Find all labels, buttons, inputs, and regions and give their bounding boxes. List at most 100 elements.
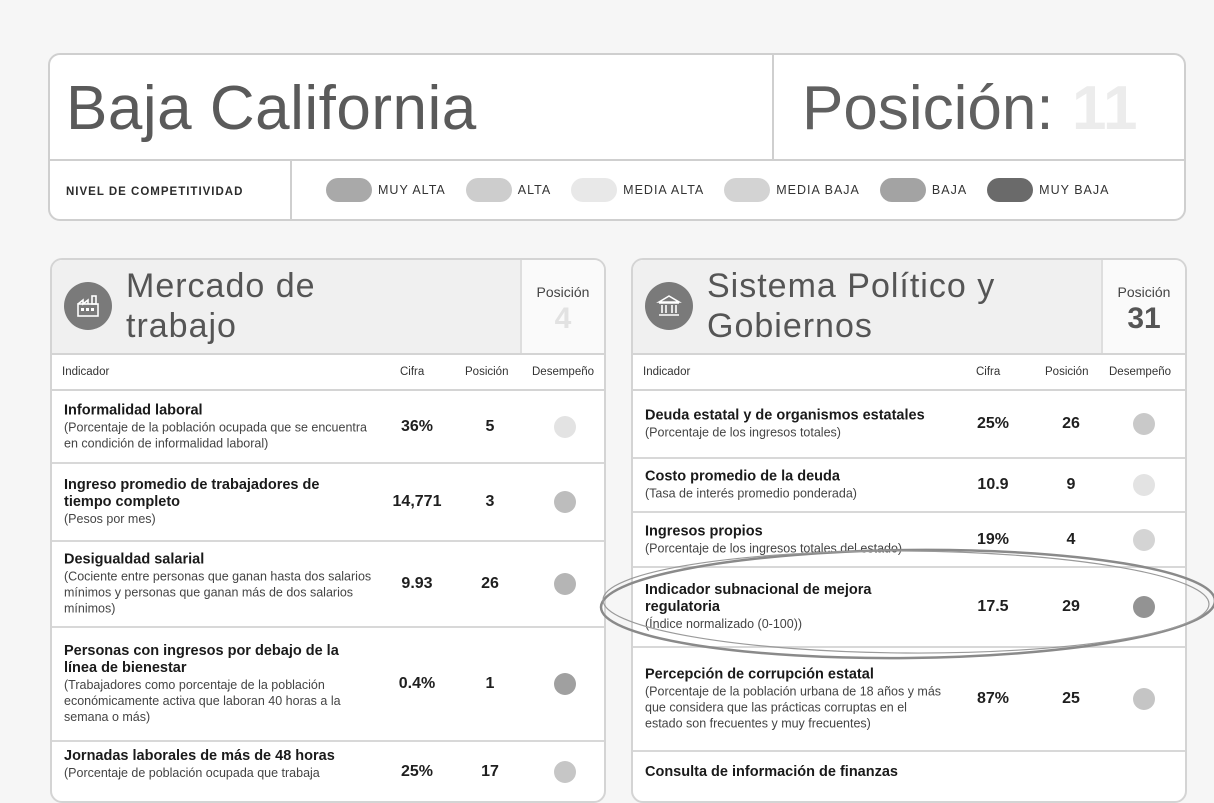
indicator-cell: Ingreso promedio de trabajadores de tiem… (64, 477, 364, 527)
panel-header: Mercado de trabajo Posición 4 (52, 260, 604, 353)
performance-dot (1133, 688, 1155, 710)
cifra-value: 9.93 (401, 575, 433, 592)
col-desempeno: Desempeño (532, 366, 595, 378)
indicator-cell: Percepción de corrupción estatal (Porcen… (645, 667, 945, 732)
indicator-name: Deuda estatal y de organismos estatales (645, 407, 925, 424)
panel-position-label: Posición (536, 284, 590, 300)
panel-position-box: Posición 31 (1101, 260, 1185, 353)
legend-label: ALTA (517, 183, 552, 197)
table-row: Desigualdad salarial (Cociente entre per… (52, 542, 604, 628)
indicator-description: (Porcentaje de población ocupada que tra… (64, 766, 320, 780)
indicator-description: (Tasa de interés promedio ponderada) (645, 486, 857, 501)
legend-swatch (879, 178, 926, 202)
performance-dot (1133, 474, 1155, 496)
indicator-description: (Cociente entre personas que ganan hasta… (64, 569, 372, 616)
table-row: Indicador subnacional de mejora regulato… (633, 568, 1185, 648)
position-label: Posición: (802, 74, 1054, 143)
col-posicion: Posición (1045, 366, 1089, 378)
col-desempeno: Desempeño (1109, 366, 1172, 378)
panel-header: Sistema Político y Gobiernos Posición 31 (633, 260, 1185, 353)
position-value: 17 (481, 763, 499, 780)
indicator-name: Personas con ingresos por debajo de la l… (64, 643, 339, 676)
cifra-value: 0.4% (398, 675, 436, 692)
legend-swatch (326, 178, 372, 202)
legend-title: NIVEL DE COMPETITIVIDAD (66, 186, 244, 198)
indicator-name: Indicador subnacional de mejora regulato… (645, 582, 872, 615)
col-posicion: Posición (465, 366, 509, 378)
indicator-description: (Porcentaje de los ingresos totales del … (645, 541, 903, 555)
cifra-value: 87% (976, 690, 1010, 707)
indicator-cell: Personas con ingresos por debajo de la l… (64, 643, 374, 725)
indicator-description: (Trabajadores como porcentaje de la pobl… (64, 678, 341, 724)
indicator-name: Consulta de información de finanzas (645, 764, 898, 780)
indicator-cell: Jornadas laborales de más de 48 horas (P… (64, 748, 374, 781)
performance-dot (554, 415, 576, 438)
cifra-value: 25% (976, 415, 1010, 432)
cifra-value: 14,771 (392, 493, 442, 510)
panel-position-box: Posición 4 (520, 260, 604, 353)
panel-position-label: Posición (1117, 284, 1171, 300)
position-value: 5 (485, 417, 495, 435)
panel-title-line: Gobiernos (707, 307, 873, 345)
indicator-description: (Porcentaje de la población ocupada que … (64, 420, 367, 450)
legend-label: MUY ALTA (378, 183, 446, 197)
cifra-value: 25% (400, 763, 434, 780)
legend-swatch (724, 178, 771, 202)
legend-item-alta: ALTA (465, 178, 552, 202)
table-row: Ingresos propios (Porcentaje de los ingr… (633, 513, 1185, 568)
indicator-cell: Ingresos propios (Porcentaje de los ingr… (645, 523, 955, 556)
table-row: Deuda estatal y de organismos estatales … (633, 391, 1185, 459)
position-value: 1 (485, 675, 495, 692)
table-row: Personas con ingresos por debajo de la l… (52, 628, 604, 742)
legend-item-baja: BAJA (879, 178, 968, 202)
indicator-description: (Pesos por mes) (64, 512, 156, 526)
legend-label: MEDIA BAJA (776, 183, 860, 197)
performance-dot (1133, 596, 1155, 618)
legend-item-media-baja: MEDIA BAJA (724, 178, 860, 202)
indicator-cell: Deuda estatal y de organismos estatales … (645, 408, 935, 441)
panel-title: Mercado de trabajo (126, 266, 316, 346)
position-value: 29 (1062, 598, 1080, 615)
indicator-name: Ingreso promedio de trabajadores de tiem… (64, 477, 320, 510)
indicator-description: (Índice normalizado (0-100)) (645, 617, 803, 631)
position-value: 26 (481, 575, 499, 592)
panel-title-line: Mercado de (126, 267, 316, 305)
table-row: Costo promedio de la deuda (Tasa de inte… (633, 459, 1185, 513)
panel-sistema-politico: Sistema Político y Gobiernos Posición 31… (631, 258, 1187, 803)
col-indicador: Indicador (643, 366, 691, 378)
legend-label: MEDIA ALTA (623, 183, 705, 197)
position-value: 9 (1066, 476, 1076, 493)
performance-dot (1133, 413, 1155, 435)
legend-item-muy-baja: MUY BAJA (987, 178, 1109, 202)
panel-position-value: 4 (554, 302, 572, 335)
divider (290, 159, 292, 221)
table-row: Consulta de información de finanzas (633, 752, 1185, 801)
indicator-name: Ingresos propios (645, 523, 763, 539)
position-value: 11 (1072, 74, 1138, 143)
cifra-value: 17.5 (977, 598, 1009, 615)
performance-dot (554, 673, 576, 695)
panel-title-line: Sistema Político y (707, 267, 996, 305)
header-card: Baja California Posición: 11 NIVEL DE CO… (48, 53, 1186, 221)
legend: MUY ALTA ALTA MEDIA ALTA MEDIA BAJA BAJA… (326, 159, 1129, 221)
indicator-description: (Porcentaje de los ingresos totales) (645, 425, 841, 440)
legend-label: BAJA (931, 183, 968, 197)
performance-dot (1133, 528, 1155, 551)
cifra-value: 10.9 (977, 476, 1009, 493)
indicator-cell: Informalidad laboral (Porcentaje de la p… (64, 402, 374, 451)
indicator-name: Percepción de corrupción estatal (645, 666, 874, 683)
table-row: Ingreso promedio de trabajadores de tiem… (52, 464, 604, 542)
government-building-icon (645, 282, 693, 330)
panel-mercado-de-trabajo: Mercado de trabajo Posición 4 Indicador … (50, 258, 606, 803)
performance-dot (554, 573, 576, 595)
state-name: Baja California (66, 74, 477, 143)
performance-dot (554, 761, 576, 783)
table-row: Percepción de corrupción estatal (Porcen… (633, 648, 1185, 752)
legend-item-muy-alta: MUY ALTA (326, 178, 446, 202)
indicator-cell: Indicador subnacional de mejora regulato… (645, 582, 925, 632)
legend-swatch (987, 178, 1034, 202)
position-value: 26 (1062, 415, 1080, 432)
table-row: Jornadas laborales de más de 48 horas (P… (52, 742, 604, 801)
col-indicador: Indicador (62, 366, 110, 378)
indicator-cell: Desigualdad salarial (Cociente entre per… (64, 552, 374, 617)
